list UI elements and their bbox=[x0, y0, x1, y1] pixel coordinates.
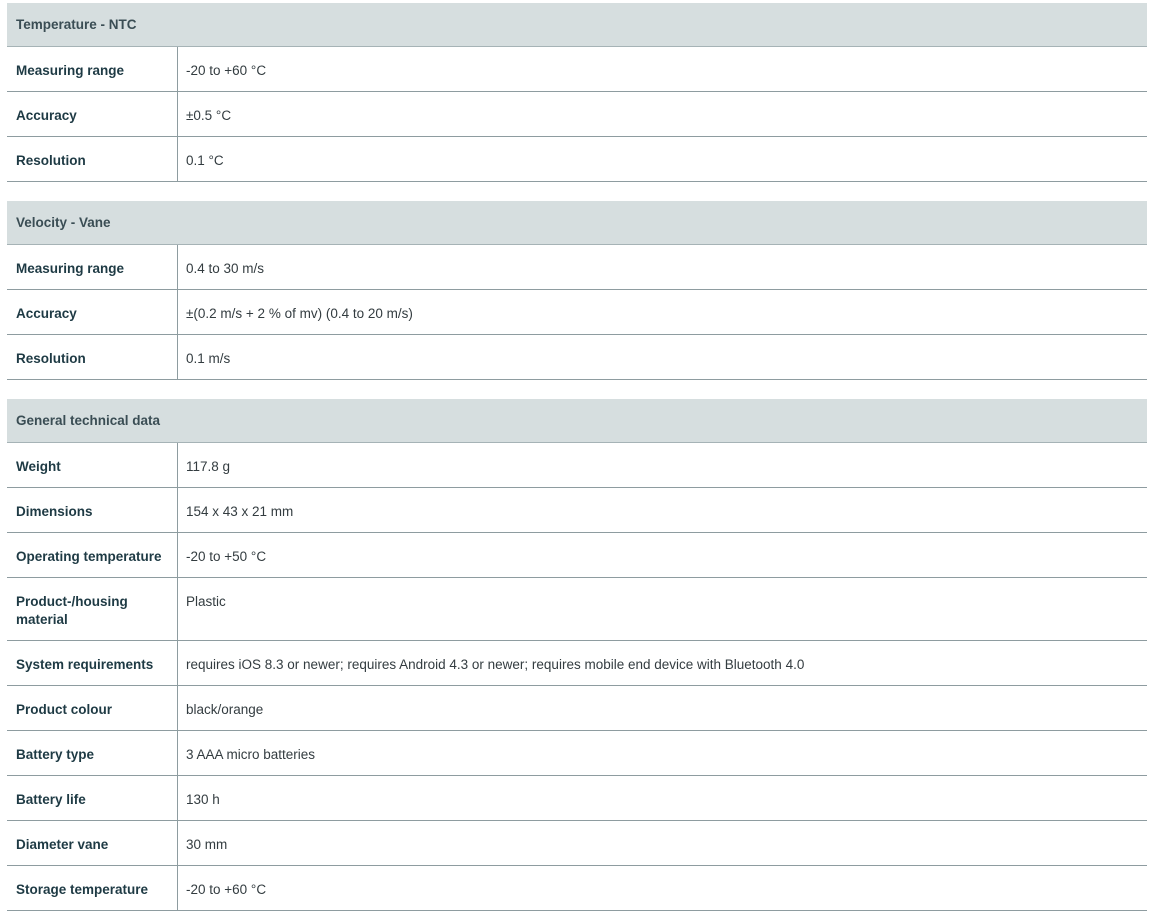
spec-value: 0.1 m/s bbox=[186, 351, 231, 366]
spec-label: Product colour bbox=[7, 686, 178, 730]
spec-label: Battery life bbox=[7, 776, 178, 820]
spec-row: Resolution 0.1 °C bbox=[7, 137, 1147, 182]
spec-label: Storage temperature bbox=[7, 866, 178, 910]
spec-value: -20 to +60 °C bbox=[186, 63, 267, 78]
spec-label: Accuracy bbox=[7, 92, 178, 136]
spec-value: 30 mm bbox=[186, 837, 228, 852]
spec-section-velocity: Velocity - Vane Measuring range 0.4 to 3… bbox=[7, 201, 1147, 380]
spec-label: Resolution bbox=[7, 137, 178, 181]
spec-row: Battery type 3 AAA micro batteries bbox=[7, 731, 1147, 776]
spec-row: System requirements requires iOS 8.3 or … bbox=[7, 641, 1147, 686]
spec-value: requires iOS 8.3 or newer; requires Andr… bbox=[186, 657, 805, 672]
spec-section-temperature: Temperature - NTC Measuring range -20 to… bbox=[7, 3, 1147, 182]
spec-page: Temperature - NTC Measuring range -20 to… bbox=[0, 0, 1169, 917]
spec-value: black/orange bbox=[186, 702, 264, 717]
spec-row: Accuracy ±0.5 °C bbox=[7, 92, 1147, 137]
spec-value: -20 to +60 °C bbox=[186, 882, 267, 897]
spec-row: Measuring range -20 to +60 °C bbox=[7, 47, 1147, 92]
spec-row: Measuring range 0.4 to 30 m/s bbox=[7, 245, 1147, 290]
spec-value: ±0.5 °C bbox=[186, 108, 232, 123]
spec-label: Product-/housing material bbox=[7, 578, 178, 640]
spec-row: Product-/housing material Plastic bbox=[7, 578, 1147, 641]
spec-label: Accuracy bbox=[7, 290, 178, 334]
spec-value: 117.8 g bbox=[186, 459, 231, 474]
spec-label: Resolution bbox=[7, 335, 178, 379]
spec-label: Weight bbox=[7, 443, 178, 487]
section-title: Velocity - Vane bbox=[7, 201, 1147, 245]
spec-label: Measuring range bbox=[7, 47, 178, 91]
spec-row: Resolution 0.1 m/s bbox=[7, 335, 1147, 380]
section-title: General technical data bbox=[7, 399, 1147, 443]
spec-row: Diameter vane 30 mm bbox=[7, 821, 1147, 866]
section-title: Temperature - NTC bbox=[7, 3, 1147, 47]
spec-row: Operating temperature -20 to +50 °C bbox=[7, 533, 1147, 578]
spec-label: Dimensions bbox=[7, 488, 178, 532]
spec-row: Product colour black/orange bbox=[7, 686, 1147, 731]
spec-value: Plastic bbox=[186, 594, 226, 609]
spec-label: Battery type bbox=[7, 731, 178, 775]
spec-row: Accuracy ±(0.2 m/s + 2 % of mv) (0.4 to … bbox=[7, 290, 1147, 335]
spec-label: System requirements bbox=[7, 641, 178, 685]
spec-row: Battery life 130 h bbox=[7, 776, 1147, 821]
spec-row: Dimensions 154 x 43 x 21 mm bbox=[7, 488, 1147, 533]
spec-value: 0.4 to 30 m/s bbox=[186, 261, 265, 276]
spec-label: Operating temperature bbox=[7, 533, 178, 577]
spec-row: Weight 117.8 g bbox=[7, 443, 1147, 488]
spec-value: 0.1 °C bbox=[186, 153, 224, 168]
spec-row: Storage temperature -20 to +60 °C bbox=[7, 866, 1147, 911]
spec-label: Diameter vane bbox=[7, 821, 178, 865]
spec-section-general: General technical data Weight 117.8 g Di… bbox=[7, 399, 1147, 911]
spec-value: ±(0.2 m/s + 2 % of mv) (0.4 to 20 m/s) bbox=[186, 306, 413, 321]
spec-value: -20 to +50 °C bbox=[186, 549, 267, 564]
spec-label: Measuring range bbox=[7, 245, 178, 289]
spec-value: 3 AAA micro batteries bbox=[186, 747, 316, 762]
spec-value: 130 h bbox=[186, 792, 220, 807]
spec-value: 154 x 43 x 21 mm bbox=[186, 504, 294, 519]
